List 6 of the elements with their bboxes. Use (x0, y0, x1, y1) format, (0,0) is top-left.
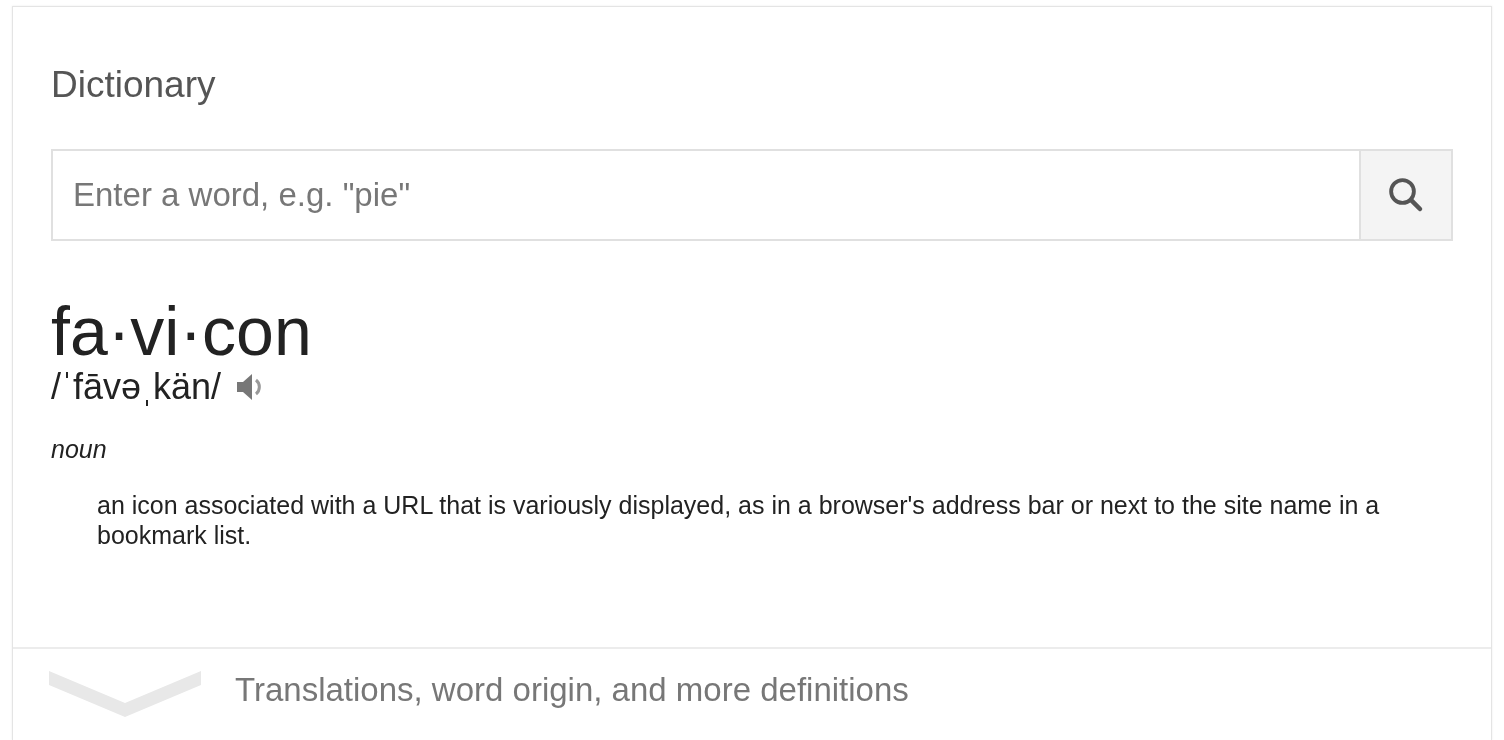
search-field[interactable]: Enter a word, e.g. "pie" (51, 149, 1359, 241)
more-definitions-link[interactable]: Translations, word origin, and more definitions (235, 671, 909, 709)
search-button[interactable] (1359, 149, 1453, 241)
definition: an icon associated with a URL that is variously displayed, as in a browser's address bar or next to the site name in a bookmark list. (97, 490, 1381, 550)
part-of-speech: noun (51, 435, 108, 464)
card-title: Dictionary (51, 63, 217, 107)
